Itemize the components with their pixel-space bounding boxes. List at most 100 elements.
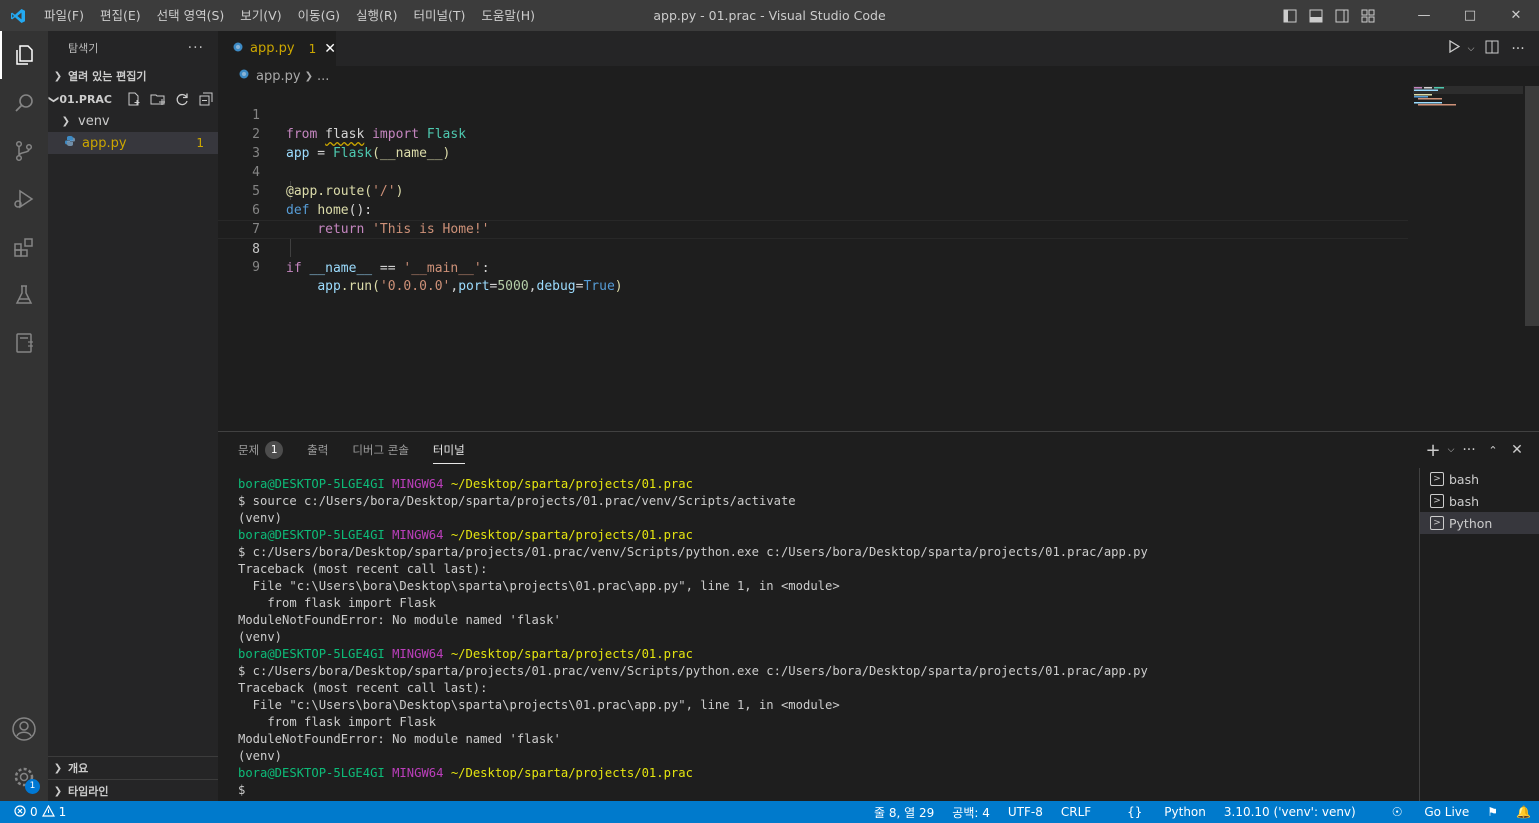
- python-interpreter[interactable]: 3.10.10 ('venv': venv): [1224, 805, 1356, 819]
- toggle-primary-sidebar-icon[interactable]: [1277, 0, 1303, 31]
- outline-section[interactable]: ❯ 개요: [48, 756, 218, 779]
- language-mode[interactable]: {​} Python: [1109, 805, 1206, 819]
- run-debug-icon[interactable]: [0, 175, 48, 223]
- minimize-icon[interactable]: —: [1401, 0, 1447, 31]
- editor-tab-bar: app.py 1 ✕ ⌵ ···: [218, 31, 1539, 66]
- notifications-bell-icon[interactable]: 🔔: [1516, 805, 1531, 819]
- prompt-path: ~/Desktop/sparta/projects/01.prac: [450, 647, 693, 661]
- tab-problems[interactable]: 문제 1: [238, 432, 284, 468]
- terminal-line: bora@DESKTOP-5LGE4GI MINGW64 ~/Desktop/s…: [238, 765, 1413, 782]
- cursor-position[interactable]: 줄 8, 열 29: [874, 804, 934, 821]
- tree-item-app-py[interactable]: app.py 1: [48, 132, 218, 154]
- chevron-right-icon: ❯: [53, 785, 63, 797]
- menu-view[interactable]: 보기(V): [232, 0, 289, 31]
- menu-bar: 파일(F) 편집(E) 선택 영역(S) 보기(V) 이동(G) 실행(R) 터…: [36, 0, 543, 31]
- close-tab-icon[interactable]: ✕: [324, 41, 336, 57]
- maximize-icon[interactable]: □: [1447, 0, 1493, 31]
- folder-section[interactable]: ❯ 01.PRAC: [48, 88, 218, 110]
- customize-layout-icon[interactable]: [1355, 0, 1381, 31]
- breadcrumb-file[interactable]: app.py: [256, 69, 301, 84]
- feedback-icon[interactable]: ⚑: [1487, 805, 1498, 819]
- menu-go[interactable]: 이동(G): [290, 0, 348, 31]
- search-icon[interactable]: [0, 79, 48, 127]
- encoding[interactable]: UTF-8: [1008, 805, 1043, 819]
- terminal-text: (venv): [238, 630, 283, 644]
- chevron-right-icon: ❯: [304, 70, 313, 82]
- open-editors-section[interactable]: ❯ 열려 있는 편집기: [48, 65, 218, 87]
- split-editor-icon[interactable]: [1481, 40, 1503, 58]
- terminal-output[interactable]: bora@DESKTOP-5LGE4GI MINGW64 ~/Desktop/s…: [238, 476, 1413, 799]
- terminal-line: bora@DESKTOP-5LGE4GI MINGW64 ~/Desktop/s…: [238, 476, 1413, 493]
- terminal-line: $ c:/Users/bora/Desktop/sparta/projects/…: [238, 544, 1413, 561]
- manage-badge: 1: [25, 779, 40, 794]
- extensions-icon[interactable]: [0, 223, 48, 271]
- tab-terminal[interactable]: 터미널: [432, 432, 465, 468]
- terminal-dropdown-chevron-icon[interactable]: ⌵: [1445, 445, 1457, 455]
- explorer-icon[interactable]: [0, 31, 48, 79]
- tree-item-venv[interactable]: ❯ venv: [48, 110, 218, 132]
- terminal-item-bash[interactable]: > bash: [1420, 490, 1539, 512]
- menu-help[interactable]: 도움말(H): [473, 0, 543, 31]
- accounts-icon[interactable]: [0, 705, 48, 753]
- editor-more-actions-icon[interactable]: ···: [1507, 41, 1529, 57]
- new-file-icon[interactable]: [122, 88, 146, 110]
- code-line: 3: [252, 146, 260, 161]
- terminal-line: Traceback (most recent call last):: [238, 561, 1413, 578]
- tab-app-py[interactable]: app.py 1 ✕: [218, 31, 336, 66]
- run-python-file-icon[interactable]: [1443, 39, 1465, 57]
- terminal-text: Traceback (most recent call last):: [238, 562, 488, 576]
- terminal-text: ModuleNotFoundError: No module named 'fl…: [238, 613, 561, 627]
- tab-debug-console[interactable]: 디버그 콘솔: [352, 432, 409, 468]
- tab-problem-count: 1: [308, 41, 317, 56]
- tab-output[interactable]: 출력: [307, 432, 328, 468]
- prompt-env: MINGW64: [392, 528, 444, 542]
- menu-edit[interactable]: 편집(E): [92, 0, 149, 31]
- terminal-item-python[interactable]: > Python: [1420, 512, 1539, 534]
- terminal-line: bora@DESKTOP-5LGE4GI MINGW64 ~/Desktop/s…: [238, 527, 1413, 544]
- new-terminal-icon[interactable]: +: [1421, 440, 1445, 461]
- menu-terminal[interactable]: 터미널(T): [406, 0, 474, 31]
- minimap[interactable]: [1413, 86, 1523, 431]
- python-file-icon: [238, 68, 250, 84]
- menu-run[interactable]: 실행(R): [348, 0, 405, 31]
- indentation[interactable]: 공백: 4: [952, 804, 990, 821]
- toggle-secondary-sidebar-icon[interactable]: [1329, 0, 1355, 31]
- menu-file[interactable]: 파일(F): [36, 0, 92, 31]
- collapse-all-icon[interactable]: [194, 88, 218, 110]
- code-editor[interactable]: 1 from flask import Flask 2 app = Flask(…: [218, 86, 1539, 431]
- new-folder-icon[interactable]: [146, 88, 170, 110]
- bottom-panel: 문제 1 출력 디버그 콘솔 터미널 + ⌵ ··· ⌃ ✕ bora@DESK…: [218, 431, 1539, 801]
- menu-selection[interactable]: 선택 영역(S): [149, 0, 233, 31]
- testing-flask-icon[interactable]: [0, 271, 48, 319]
- timeline-section[interactable]: ❯ 타임라인: [48, 779, 218, 801]
- toggle-panel-icon[interactable]: [1303, 0, 1329, 31]
- notebook-icon[interactable]: [0, 319, 48, 367]
- manage-gear-icon[interactable]: 1: [0, 753, 48, 801]
- go-live-label: Go Live: [1424, 805, 1470, 819]
- maximize-panel-icon[interactable]: ⌃: [1481, 444, 1505, 457]
- editor-scrollbar[interactable]: [1525, 86, 1539, 326]
- source-control-icon[interactable]: [0, 127, 48, 175]
- prompt-user: bora@DESKTOP-5LGE4GI: [238, 647, 385, 661]
- code-line: 4 @app.route('/'): [252, 165, 404, 199]
- tab-label: 디버그 콘솔: [352, 443, 409, 457]
- more-actions-icon[interactable]: ···: [188, 40, 204, 56]
- code-line: 9 app.run('0.0.0.0',port=5000,debug=True…: [252, 260, 623, 294]
- prompt-user: bora@DESKTOP-5LGE4GI: [238, 528, 385, 542]
- terminal-item-bash[interactable]: > bash: [1420, 468, 1539, 490]
- problems-status[interactable]: 0 1: [0, 804, 66, 820]
- tab-label: app.py: [250, 41, 295, 56]
- end-of-line[interactable]: CRLF: [1061, 805, 1091, 819]
- run-dropdown-chevron-icon[interactable]: ⌵: [1465, 44, 1477, 54]
- close-panel-icon[interactable]: ✕: [1505, 442, 1529, 458]
- go-live-button[interactable]: ☉ Go Live: [1374, 805, 1470, 819]
- close-icon[interactable]: ✕: [1493, 0, 1539, 31]
- prompt-env: MINGW64: [392, 766, 444, 780]
- refresh-icon[interactable]: [170, 88, 194, 110]
- terminal-text: (venv): [238, 749, 283, 763]
- terminal-line: (venv): [238, 510, 1413, 527]
- panel-more-actions-icon[interactable]: ···: [1457, 442, 1481, 458]
- activity-bar: 1: [0, 31, 48, 801]
- terminal-item-label: bash: [1449, 493, 1480, 509]
- breadcrumb-symbol[interactable]: ...: [317, 69, 329, 84]
